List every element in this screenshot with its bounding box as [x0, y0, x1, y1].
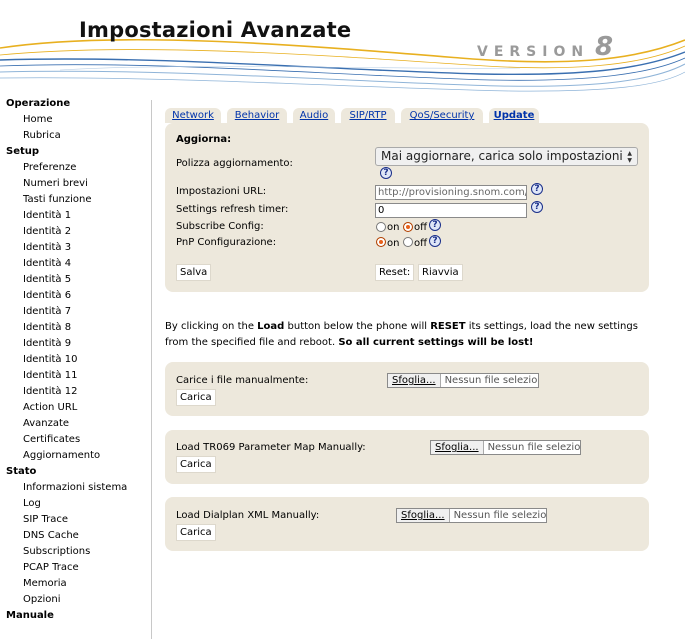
page-title: Impostazioni Avanzate	[79, 18, 352, 42]
warning-part-2: button below the phone will	[284, 321, 431, 332]
tab-behavior[interactable]: Behavior	[227, 108, 287, 123]
warning-part-1: By clicking on the	[165, 321, 258, 332]
dialplan-file-label: Load Dialplan XML Manually:	[176, 510, 320, 521]
tab-audio[interactable]: Audio	[293, 108, 335, 123]
file-status: Nessun file selezionato.	[444, 375, 538, 386]
browse-button[interactable]: Sfoglia...	[397, 509, 450, 522]
sidebar-item-dns-cache[interactable]: DNS Cache	[23, 528, 79, 544]
sidebar-section-manuale[interactable]: Manuale	[6, 608, 54, 624]
pnp-config-label: PnP Configurazione:	[176, 237, 277, 248]
refresh-timer-input[interactable]: 0	[375, 203, 527, 218]
version-number: 8	[595, 32, 614, 62]
browse-button[interactable]: Sfoglia...	[388, 374, 441, 387]
refresh-timer-label: Settings refresh timer:	[176, 204, 289, 215]
update-policy-value: Mai aggiornare, carica solo impostazioni	[381, 149, 623, 163]
sidebar-item-identita-6[interactable]: Identità 6	[23, 288, 71, 304]
sidebar-section-setup[interactable]: Setup	[6, 144, 39, 160]
sidebar-item-aggiornamento[interactable]: Aggiornamento	[23, 448, 100, 464]
tab-update[interactable]: Update	[489, 108, 539, 123]
tab-qos-security[interactable]: QoS/Security	[401, 108, 483, 123]
pnp-off-label: off	[414, 238, 428, 249]
sidebar-item-identita-7[interactable]: Identità 7	[23, 304, 71, 320]
sidebar-item-identita-1[interactable]: Identità 1	[23, 208, 71, 224]
subscribe-off-label: off	[414, 222, 428, 233]
update-policy-select[interactable]: Mai aggiornare, carica solo impostazioni…	[375, 147, 638, 166]
sidebar-item-identita-11[interactable]: Identità 11	[23, 368, 77, 384]
sidebar-item-identita-10[interactable]: Identità 10	[23, 352, 77, 368]
sidebar-item-identita-5[interactable]: Identità 5	[23, 272, 71, 288]
warning-reset-word: RESET	[430, 321, 466, 332]
dialplan-file-panel	[165, 497, 649, 551]
help-icon[interactable]: ?	[531, 183, 543, 195]
subscribe-off-radio[interactable]	[403, 222, 413, 232]
reboot-button[interactable]: Riavvia	[418, 264, 463, 281]
sidebar-item-numeri-brevi[interactable]: Numeri brevi	[23, 176, 88, 192]
sidebar-item-informazioni-sistema[interactable]: Informazioni sistema	[23, 480, 127, 496]
tab-sip-rtp[interactable]: SIP/RTP	[341, 108, 395, 123]
subscribe-config-label: Subscribe Config:	[176, 221, 264, 232]
tr069-file-panel	[165, 430, 649, 484]
warning-final: So all current settings will be lost!	[338, 337, 534, 348]
sidebar-item-certificates[interactable]: Certificates	[23, 432, 80, 448]
help-icon[interactable]: ?	[531, 201, 543, 213]
sidebar-item-sip-trace[interactable]: SIP Trace	[23, 512, 68, 528]
sidebar-item-subscriptions[interactable]: Subscriptions	[23, 544, 90, 560]
page-header: Impostazioni Avanzate VERSION 8	[0, 0, 685, 95]
sidebar-item-action-url[interactable]: Action URL	[23, 400, 77, 416]
tab-network[interactable]: Network	[165, 108, 221, 123]
sidebar-item-opzioni[interactable]: Opzioni	[23, 592, 60, 608]
sidebar-item-rubrica[interactable]: Rubrica	[23, 128, 61, 144]
sidebar-item-tasti-funzione[interactable]: Tasti funzione	[23, 192, 92, 208]
sidebar-item-identita-4[interactable]: Identità 4	[23, 256, 71, 272]
tr069-file-label: Load TR069 Parameter Map Manually:	[176, 442, 366, 453]
load-tr069-button[interactable]: Carica	[176, 456, 216, 473]
sidebar-divider	[151, 100, 152, 639]
update-heading: Aggiorna:	[176, 134, 232, 145]
warning-load-word: Load	[257, 321, 285, 332]
version-label: VERSION	[477, 44, 590, 60]
settings-url-label: Impostazioni URL:	[176, 186, 267, 197]
sidebar-item-identita-3[interactable]: Identità 3	[23, 240, 71, 256]
subscribe-on-label: on	[387, 222, 400, 233]
chevron-updown-icon: ▲ ▼	[627, 150, 632, 164]
browse-button[interactable]: Sfoglia...	[431, 441, 484, 454]
sidebar-item-log[interactable]: Log	[23, 496, 41, 512]
sidebar-item-pcap-trace[interactable]: PCAP Trace	[23, 560, 79, 576]
sidebar-item-memoria[interactable]: Memoria	[23, 576, 67, 592]
load-dialplan-button[interactable]: Carica	[176, 524, 216, 541]
save-button[interactable]: Salva	[176, 264, 212, 281]
reset-button[interactable]: Reset:	[375, 264, 415, 281]
sidebar-item-identita-12[interactable]: Identità 12	[23, 384, 77, 400]
sidebar-item-identita-9[interactable]: Identità 9	[23, 336, 71, 352]
sidebar-section-operazione[interactable]: Operazione	[6, 96, 70, 112]
pnp-on-label: on	[387, 238, 400, 249]
pnp-on-radio[interactable]	[376, 237, 386, 247]
help-icon[interactable]: ?	[429, 235, 441, 247]
help-icon[interactable]: ?	[429, 219, 441, 231]
sidebar-item-identita-8[interactable]: Identità 8	[23, 320, 71, 336]
update-policy-label: Polizza aggiornamento:	[176, 158, 293, 169]
sidebar-section-stato[interactable]: Stato	[6, 464, 36, 480]
file-status: Nessun file selezionato.	[453, 510, 547, 521]
tr069-file-picker[interactable]: Sfoglia...Nessun file selezionato.	[430, 440, 581, 455]
manual-file-panel	[165, 362, 649, 416]
sidebar-item-preferenze[interactable]: Preferenze	[23, 160, 76, 176]
help-icon[interactable]: ?	[380, 167, 392, 179]
pnp-off-radio[interactable]	[403, 237, 413, 247]
load-file-button[interactable]: Carica	[176, 389, 216, 406]
reset-warning-text: By clicking on the Load button below the…	[165, 319, 645, 351]
sidebar-item-identita-2[interactable]: Identità 2	[23, 224, 71, 240]
dialplan-file-picker[interactable]: Sfoglia...Nessun file selezionato.	[396, 508, 547, 523]
file-status: Nessun file selezionato.	[487, 442, 581, 453]
sidebar-item-avanzate[interactable]: Avanzate	[23, 416, 69, 432]
settings-url-input[interactable]: http://provisioning.snom.com/snom	[375, 185, 527, 200]
manual-file-label: Carice i file manualmente:	[176, 375, 309, 386]
manual-file-picker[interactable]: Sfoglia...Nessun file selezionato.	[387, 373, 539, 388]
sidebar-item-home[interactable]: Home	[23, 112, 53, 128]
subscribe-on-radio[interactable]	[376, 222, 386, 232]
